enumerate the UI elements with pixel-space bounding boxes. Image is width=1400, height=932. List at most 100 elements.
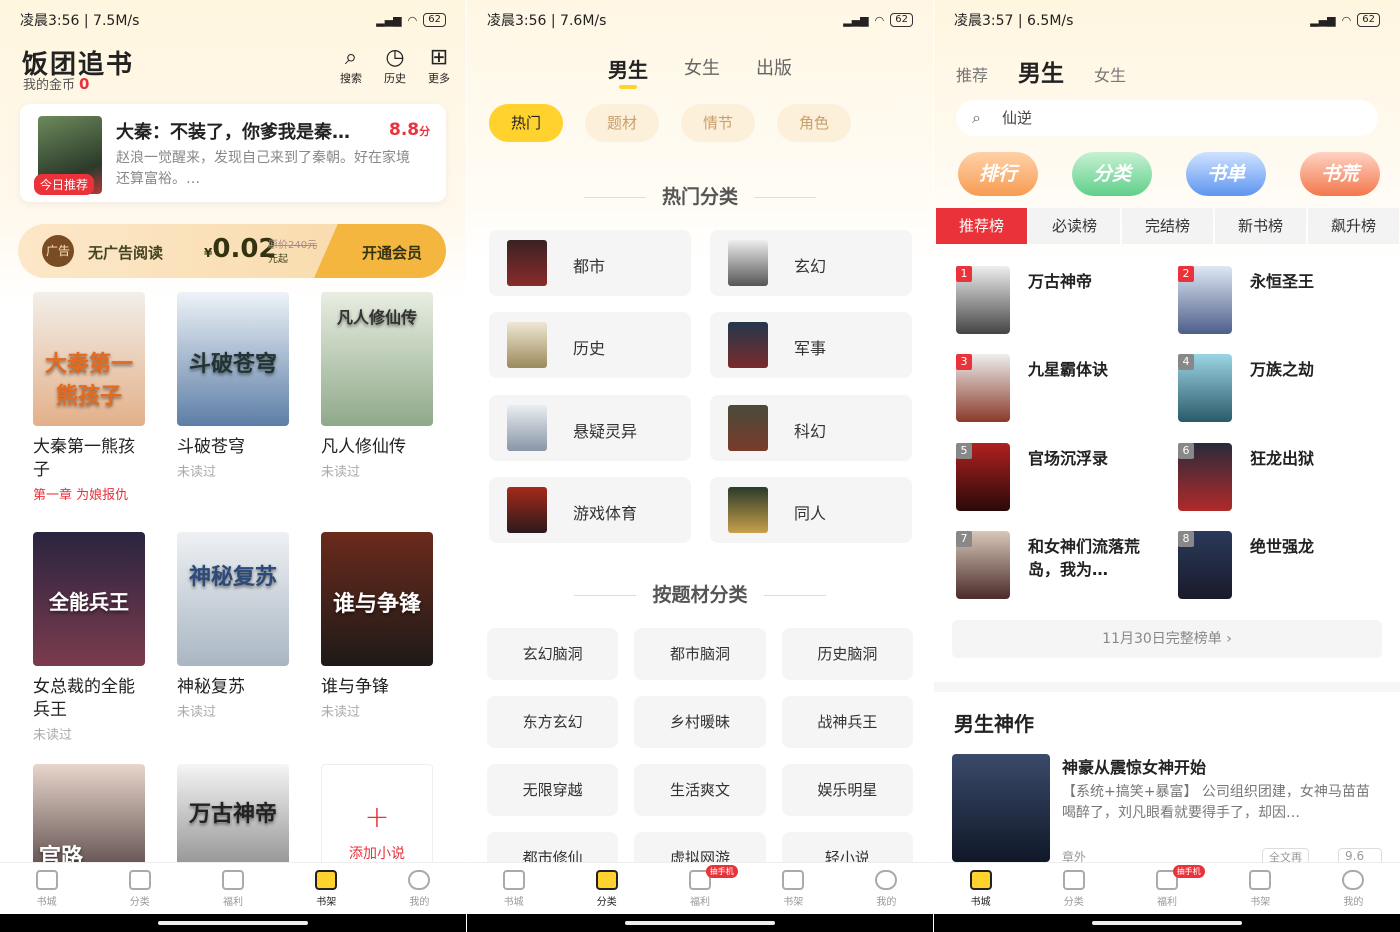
- tab-store[interactable]: 书城: [467, 863, 560, 914]
- category-button[interactable]: 分类: [1072, 152, 1152, 196]
- book-title: 斗破苍穹: [177, 437, 245, 457]
- full-rank-button[interactable]: 11月30日完整榜单 ›: [952, 620, 1382, 658]
- topic-item[interactable]: 历史脑洞: [781, 628, 913, 680]
- rank-item[interactable]: 7 和女神们流落荒岛，我为…: [956, 531, 1156, 601]
- coins-value: 0: [79, 75, 90, 93]
- topic-item[interactable]: 乡村暖昧: [634, 696, 766, 748]
- book-status: 未读过: [33, 728, 73, 743]
- tab-female[interactable]: 女生: [684, 54, 720, 83]
- recommend-score: 8.8分: [389, 120, 430, 140]
- tab-category[interactable]: 分类: [560, 863, 653, 914]
- tab-store[interactable]: 书城: [0, 863, 93, 914]
- tab-welfare[interactable]: 抽手机 福利: [653, 863, 746, 914]
- topic-item[interactable]: 都市脑洞: [634, 628, 766, 680]
- rank-tab-finished[interactable]: 完结榜: [1122, 208, 1213, 244]
- book-shortage-button[interactable]: 书荒: [1300, 152, 1380, 196]
- tab-welfare[interactable]: 福利: [186, 863, 279, 914]
- more-button[interactable]: ⊞ 更多: [428, 46, 450, 86]
- pill-plot[interactable]: 情节: [681, 104, 755, 142]
- nav-recommend[interactable]: 推荐: [956, 62, 988, 86]
- tab-mine[interactable]: 我的: [840, 863, 933, 914]
- open-vip-button[interactable]: 开通会员: [362, 242, 422, 263]
- tab-welfare[interactable]: 抽手机 福利: [1120, 863, 1213, 914]
- cover-text: 万古神帝: [188, 802, 277, 828]
- book-item[interactable]: 斗破苍穹 斗破苍穹 未读过: [177, 292, 289, 480]
- category-item[interactable]: 军事: [710, 312, 912, 378]
- book-cover: 大秦第一熊孩子: [33, 292, 145, 426]
- vip-banner[interactable]: 广告 无广告阅读 ¥0.02 原价240元 元起 开通会员: [18, 224, 446, 278]
- category-item[interactable]: 科幻: [710, 395, 912, 461]
- cover-text: 大秦第一熊孩子: [44, 351, 133, 409]
- tab-label: 书架: [316, 896, 337, 908]
- tab-store[interactable]: 书城: [934, 863, 1027, 914]
- tab-bookshelf[interactable]: 书架: [280, 863, 373, 914]
- book-item[interactable]: 神秘复苏 神秘复苏 未读过: [177, 532, 289, 720]
- pill-hot[interactable]: 热门: [489, 104, 563, 142]
- topic-item[interactable]: 娱乐明星: [781, 764, 913, 816]
- tab-male[interactable]: 男生: [608, 54, 648, 89]
- tab-label: 福利: [223, 896, 243, 908]
- history-button[interactable]: ◷ 历史: [384, 46, 406, 86]
- rank-tab-new[interactable]: 新书榜: [1215, 208, 1306, 244]
- tab-publish[interactable]: 出版: [756, 54, 792, 83]
- book-title: 谁与争锋: [321, 677, 389, 697]
- welfare-badge: 抽手机: [1172, 865, 1205, 878]
- rank-item[interactable]: 1 万古神帝: [956, 266, 1156, 336]
- rank-item[interactable]: 5 官场沉浮录: [956, 443, 1156, 513]
- category-item[interactable]: 玄幻: [710, 230, 912, 296]
- ranking-button[interactable]: 排行: [958, 152, 1038, 196]
- tab-category[interactable]: 分类: [1027, 863, 1120, 914]
- rank-tab-recommend[interactable]: 推荐榜: [936, 208, 1027, 244]
- vip-text: 无广告阅读: [88, 244, 164, 262]
- category-item[interactable]: 历史: [489, 312, 691, 378]
- tab-category[interactable]: 分类: [93, 863, 186, 914]
- tab-mine[interactable]: 我的: [373, 863, 466, 914]
- featured-book[interactable]: 神豪从震惊女神开始 【系统+搞笑+暴富】 公司组织团建，女神马苗苗喝醉了，刘凡眼…: [952, 754, 1382, 881]
- rank-item[interactable]: 3 九星霸体诀: [956, 354, 1156, 424]
- store-icon: [502, 869, 525, 890]
- battery-icon: 62: [423, 13, 446, 27]
- topic-item[interactable]: 无限穿越: [487, 764, 619, 816]
- coins-label: 我的金币: [23, 78, 76, 93]
- cover-text: 谁与争锋: [332, 591, 421, 617]
- rank-tab-must-read[interactable]: 必读榜: [1029, 208, 1120, 244]
- book-icon: [1249, 869, 1272, 890]
- tab-bookshelf[interactable]: 书架: [1214, 863, 1307, 914]
- book-icon: [315, 869, 338, 890]
- book-item[interactable]: 全能兵王 女总裁的全能兵王 未读过: [33, 532, 145, 743]
- booklist-button[interactable]: 书单: [1186, 152, 1266, 196]
- category-item[interactable]: 都市: [489, 230, 691, 296]
- search-input[interactable]: ⌕ 仙逆: [956, 100, 1378, 136]
- rank-title: 永恒圣王: [1250, 272, 1315, 291]
- store-icon: [969, 869, 992, 890]
- daily-recommend-card[interactable]: 今日推荐 大秦：不装了，你爹我是秦… 8.8分 赵浪一觉醒来，发现自己来到了秦朝…: [20, 104, 446, 202]
- book-item[interactable]: 大秦第一熊孩子 大秦第一熊孩子 第一章 为娘报仇: [33, 292, 145, 503]
- search-button[interactable]: ⌕ 搜索: [340, 46, 362, 86]
- pill-role[interactable]: 角色: [777, 104, 851, 142]
- rank-title: 绝世强龙: [1250, 537, 1315, 556]
- nav-male[interactable]: 男生: [1018, 54, 1064, 88]
- rank-item[interactable]: 6 狂龙出狱: [1178, 443, 1378, 513]
- pill-topic[interactable]: 题材: [585, 104, 659, 142]
- tab-mine[interactable]: 我的: [1307, 863, 1400, 914]
- topic-item[interactable]: 东方玄幻: [487, 696, 619, 748]
- topic-item[interactable]: 玄幻脑洞: [487, 628, 619, 680]
- coins-info[interactable]: 我的金币 0: [23, 74, 89, 93]
- category-item[interactable]: 游戏体育: [489, 477, 691, 543]
- store-icon: [35, 869, 58, 890]
- category-item[interactable]: 悬疑灵异: [489, 395, 691, 461]
- rank-item[interactable]: 8 绝世强龙: [1178, 531, 1378, 601]
- grid-icon: [128, 869, 151, 890]
- topic-item[interactable]: 战神兵王: [781, 696, 913, 748]
- category-item[interactable]: 同人: [710, 477, 912, 543]
- bookshelf-screen: 凌晨3:56 | 7.5M/s ▂▄▆ ◠ 62 饭团追书 我的金币 0 ⌕ 搜索 ◷ 历…: [0, 0, 466, 932]
- tab-bookshelf[interactable]: 书架: [747, 863, 840, 914]
- rank-item[interactable]: 4 万族之劫: [1178, 354, 1378, 424]
- book-cover: 凡人修仙传: [321, 292, 433, 426]
- nav-female[interactable]: 女生: [1094, 62, 1126, 86]
- book-item[interactable]: 凡人修仙传 凡人修仙传 未读过: [321, 292, 433, 480]
- topic-item[interactable]: 生活爽文: [634, 764, 766, 816]
- rank-tab-rising[interactable]: 飙升榜: [1308, 208, 1399, 244]
- book-item[interactable]: 谁与争锋 谁与争锋 未读过: [321, 532, 433, 720]
- rank-item[interactable]: 2 永恒圣王: [1178, 266, 1378, 336]
